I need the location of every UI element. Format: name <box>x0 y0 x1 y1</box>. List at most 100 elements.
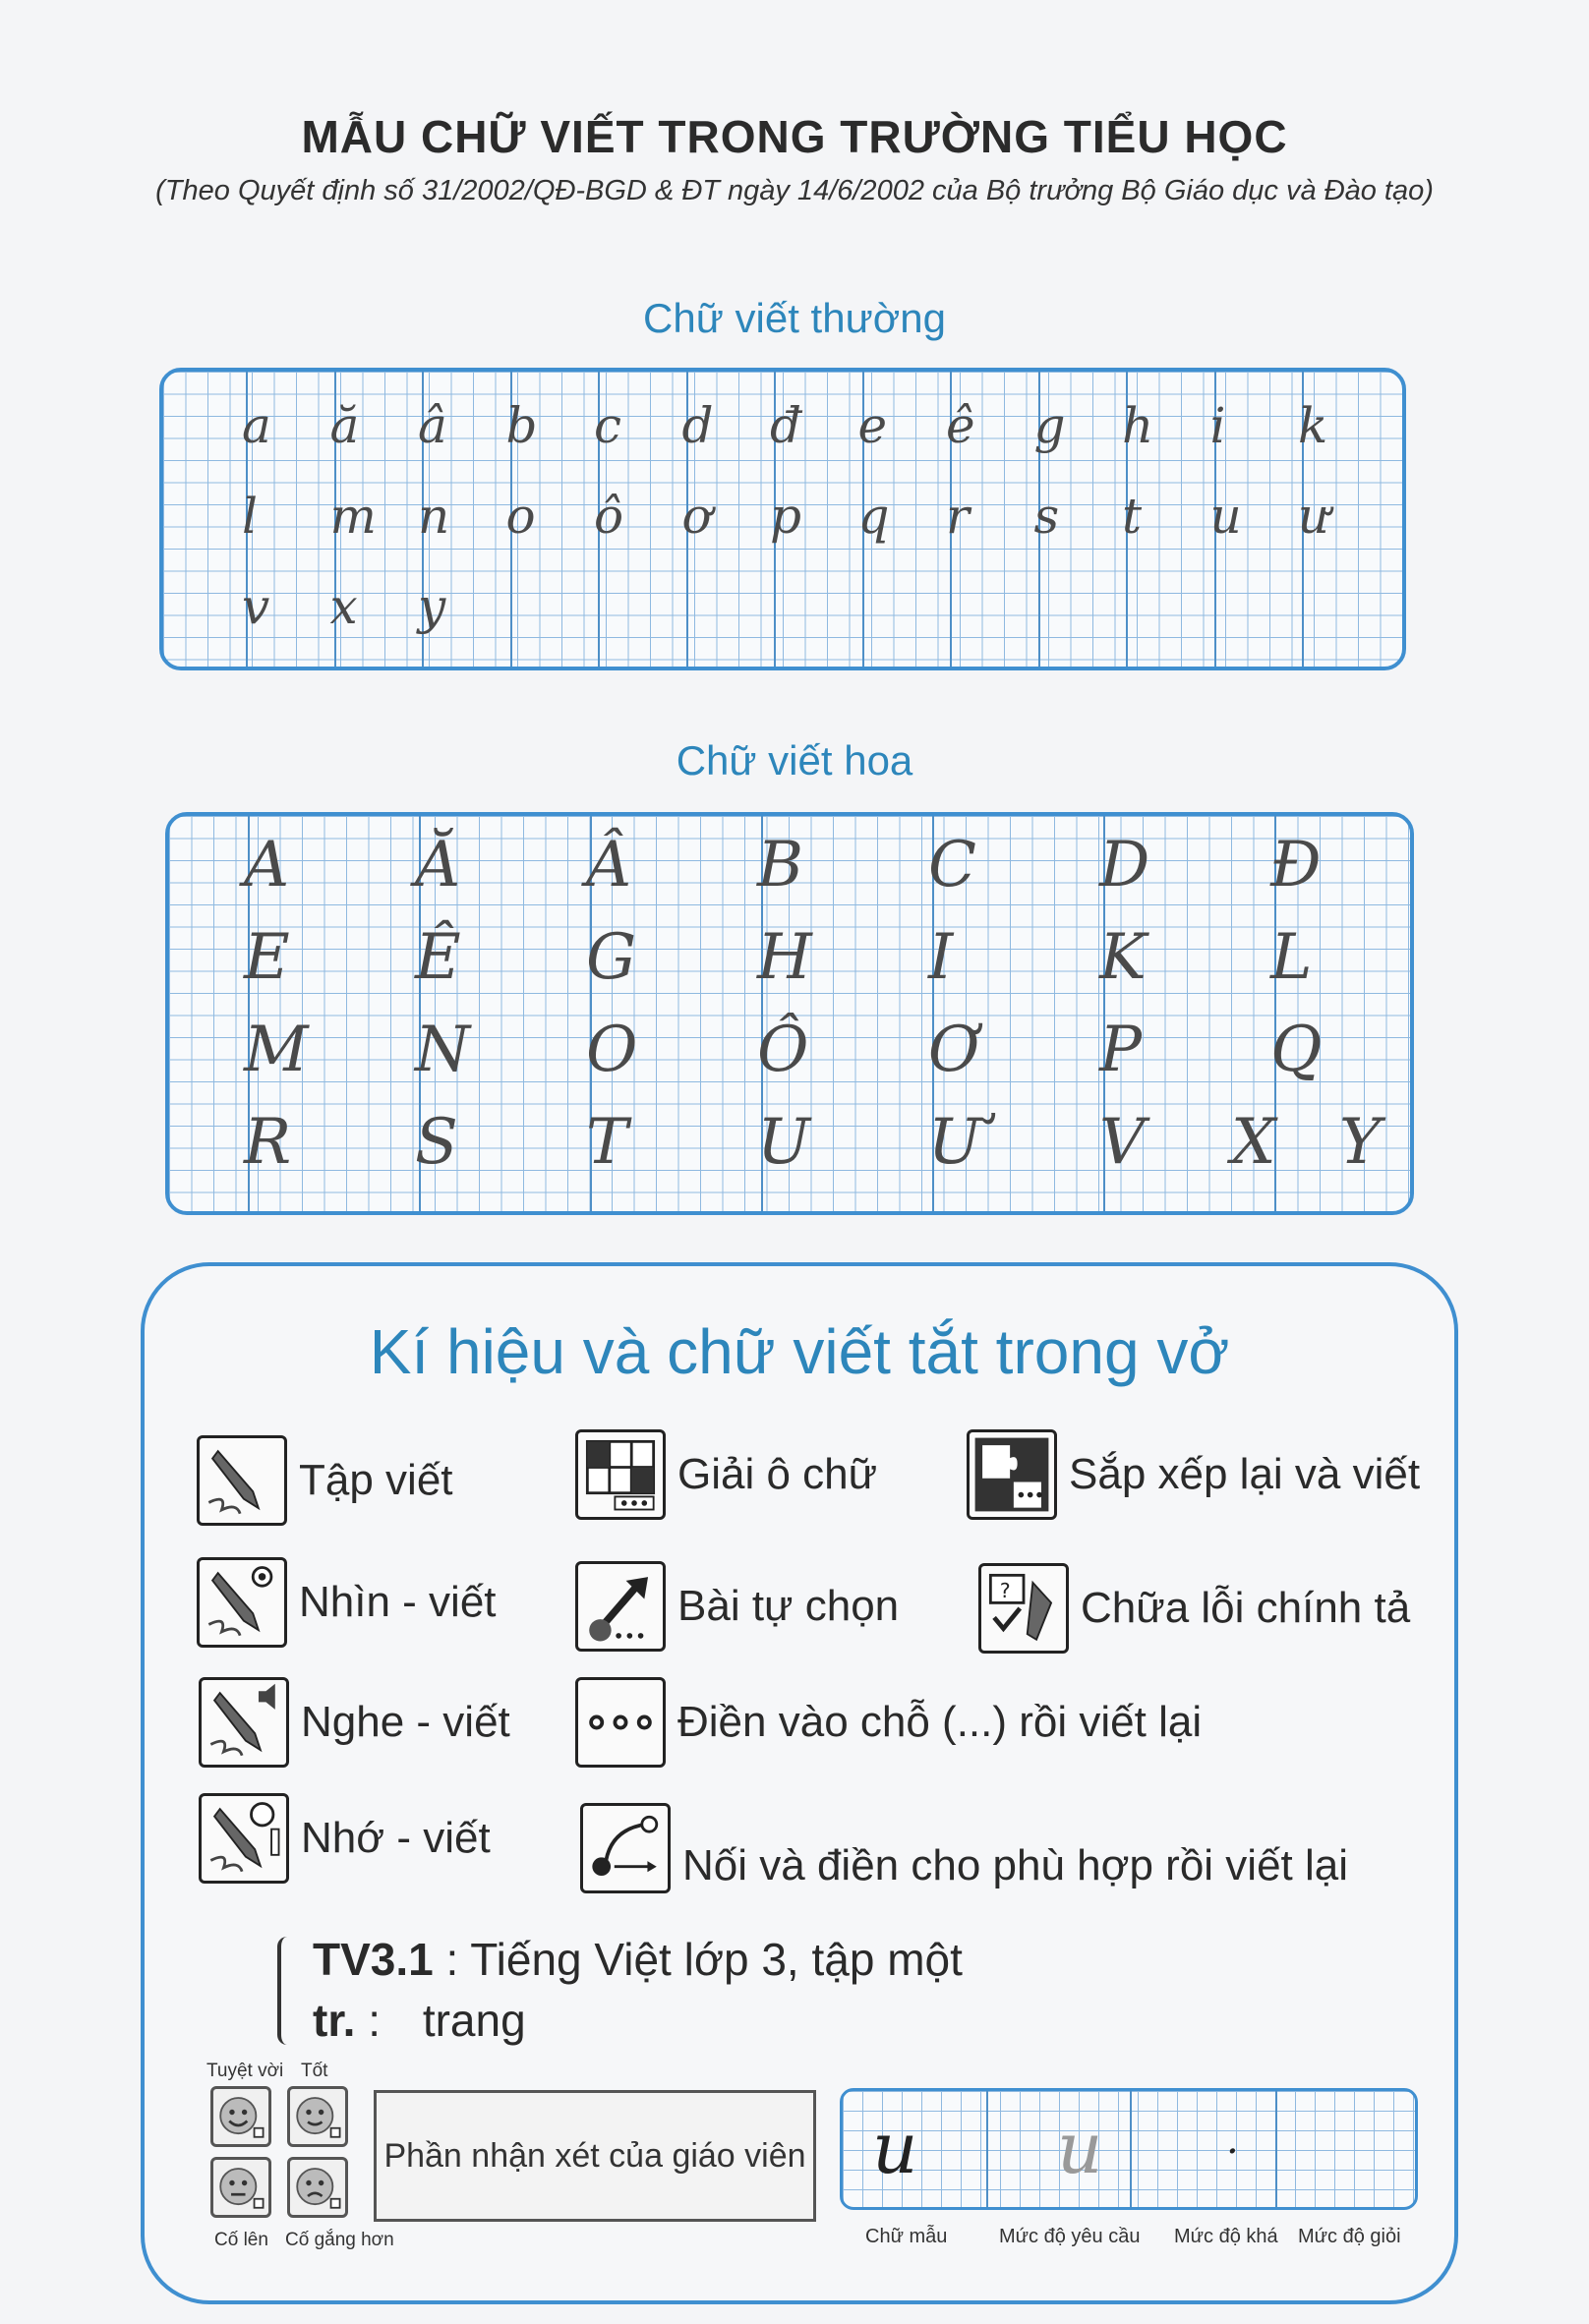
legend-item-tap-viet: Tập viết <box>197 1435 453 1526</box>
letter-glyph: m <box>329 488 377 545</box>
letter-glyph: K <box>1099 921 1147 994</box>
legend-label: Giải ô chữ <box>677 1450 878 1498</box>
sample-label: Mức độ giỏi <box>1298 2226 1401 2247</box>
letter-glyph: o <box>505 488 536 545</box>
letter-glyph: Ê <box>415 921 461 994</box>
letter-glyph: V <box>1099 1106 1146 1179</box>
letter-glyph: G <box>586 921 637 994</box>
letter-glyph: Ơ <box>928 1014 980 1086</box>
letter-glyph: Ô <box>757 1014 809 1086</box>
letter-glyph: Đ <box>1270 829 1322 901</box>
legend-label: Sắp xếp lại và viết <box>1069 1450 1421 1498</box>
letter-glyph: O <box>586 1014 638 1086</box>
lowercase-heading: Chữ viết thường <box>643 295 946 341</box>
letter-glyph: Ư <box>928 1106 981 1179</box>
legend-item-dien-vao: Điền vào chỗ (...) rồi viết lại <box>575 1677 1202 1768</box>
letter-glyph: E <box>244 921 290 994</box>
letter-glyph: s <box>1033 488 1060 545</box>
letter-glyph: Y <box>1339 1106 1382 1179</box>
puzzle-icon <box>967 1429 1057 1520</box>
face-label: Cố lên <box>214 2230 268 2250</box>
legend-item-nghe-viet: Nghe - viết <box>199 1677 510 1768</box>
letter-glyph: Ă <box>415 829 461 901</box>
abbreviation-key: tr. <box>313 1995 356 2046</box>
legend-label: Điền vào chỗ (...) rồi viết lại <box>677 1698 1203 1746</box>
letter-glyph: ă <box>329 397 360 454</box>
abbreviation-sep: : <box>368 1995 382 2046</box>
letter-glyph: H <box>757 921 812 994</box>
letter-glyph: B <box>757 829 804 901</box>
abbreviation-sep: : <box>445 1934 459 1985</box>
letter-glyph: i <box>1209 397 1226 454</box>
smiley-good-icon <box>287 2086 348 2147</box>
sample-letter: u <box>872 2107 918 2189</box>
sample-label: Mức độ yêu cầu <box>999 2226 1141 2247</box>
abbreviation-brace <box>277 1937 295 2045</box>
letter-glyph: u <box>1209 488 1242 545</box>
letter-glyph: g <box>1033 397 1066 454</box>
letter-glyph: k <box>1298 397 1328 454</box>
letter-glyph: Q <box>1270 1014 1323 1086</box>
letter-glyph: h <box>1122 397 1154 454</box>
letter-glyph: t <box>1122 488 1143 545</box>
letter-glyph: d <box>681 397 714 454</box>
letter-glyph: ư <box>1298 488 1330 545</box>
sample-label: Mức độ khá <box>1174 2226 1278 2247</box>
teacher-comment-box[interactable]: Phần nhận xét của giáo viên <box>374 2090 816 2222</box>
abbreviation-value: Tiếng Việt lớp 3, tập một <box>470 1934 963 1985</box>
letter-glyph: y <box>418 578 446 635</box>
dots-icon <box>575 1677 666 1768</box>
legend-label: Bài tự chọn <box>677 1582 900 1630</box>
legend-item-nhin-viet: Nhìn - viết <box>197 1557 497 1648</box>
connect-icon <box>580 1803 671 1893</box>
sample-writing-grid: u u . <box>840 2088 1418 2210</box>
abbreviation-value: trang <box>422 1995 526 2046</box>
smiley-great-icon <box>210 2086 271 2147</box>
legend-label: Nhớ - viết <box>301 1814 491 1862</box>
pen-writing-icon <box>197 1435 287 1526</box>
page-subtitle: (Theo Quyết định số 31/2002/QĐ-BGD & ĐT … <box>155 175 1434 206</box>
legend-label: Nối và điền cho phù hợp rồi viết lại <box>682 1841 1349 1889</box>
legend-label: Chữa lỗi chính tả <box>1081 1584 1411 1632</box>
letter-glyph: M <box>244 1014 309 1086</box>
letter-glyph: I <box>928 921 954 994</box>
legend-label: Nhìn - viết <box>299 1578 497 1626</box>
page-title: MẪU CHỮ VIẾT TRONG TRƯỜNG TIỂU HỌC <box>301 111 1288 162</box>
legend-label: Tập viết <box>299 1456 453 1504</box>
letter-glyph: ơ <box>681 488 712 545</box>
letter-glyph: N <box>415 1014 470 1086</box>
letter-glyph: T <box>586 1106 628 1179</box>
pen-memory-icon <box>199 1793 289 1884</box>
letter-glyph: R <box>244 1106 292 1179</box>
pen-eye-icon <box>197 1557 287 1648</box>
teacher-comment-label: Phần nhận xét của giáo viên <box>383 2136 806 2175</box>
letter-glyph: A <box>244 829 290 901</box>
letter-glyph: ô <box>594 488 624 545</box>
letter-glyph: p <box>770 488 802 545</box>
legend-item-sap-xep: Sắp xếp lại và viết <box>967 1429 1420 1520</box>
svg-text:?: ? <box>1000 1579 1011 1602</box>
spelling-check-icon: ? <box>978 1563 1069 1654</box>
letter-glyph: a <box>242 397 271 454</box>
letter-glyph: Â <box>586 829 632 901</box>
letter-glyph: q <box>857 488 890 545</box>
sample-letter: . <box>1226 2118 1239 2163</box>
legend-item-nho-viet: Nhớ - viết <box>199 1793 491 1884</box>
letter-glyph: D <box>1099 829 1150 901</box>
uppercase-heading: Chữ viết hoa <box>676 737 913 784</box>
lowercase-grid: a ă â bc dđe ê ghi k l mno ôơ pqr s t uư v x y <box>159 368 1406 670</box>
abbreviation-row: TV3.1 : Tiếng Việt lớp 3, tập một <box>313 1933 963 1986</box>
letter-glyph: đ <box>770 397 802 454</box>
letter-glyph: b <box>505 397 538 454</box>
smiley-try-icon <box>210 2157 271 2218</box>
face-label: Tuyệt vời <box>206 2061 284 2081</box>
legend-item-chua-loi: ? Chữa lỗi chính tả <box>978 1563 1410 1654</box>
sample-label: Chữ mẫu <box>865 2226 948 2247</box>
letter-glyph: n <box>418 488 450 545</box>
letter-glyph: v <box>242 578 270 635</box>
letter-glyph: X <box>1231 1106 1276 1179</box>
uppercase-grid: A Ă Â B C D Đ E Ê G H I K L M N O Ô Ơ P Q R S T U Ư V XY <box>165 812 1414 1215</box>
letter-glyph: ê <box>946 397 975 454</box>
letter-glyph: e <box>857 397 888 454</box>
letter-glyph: c <box>594 397 622 454</box>
